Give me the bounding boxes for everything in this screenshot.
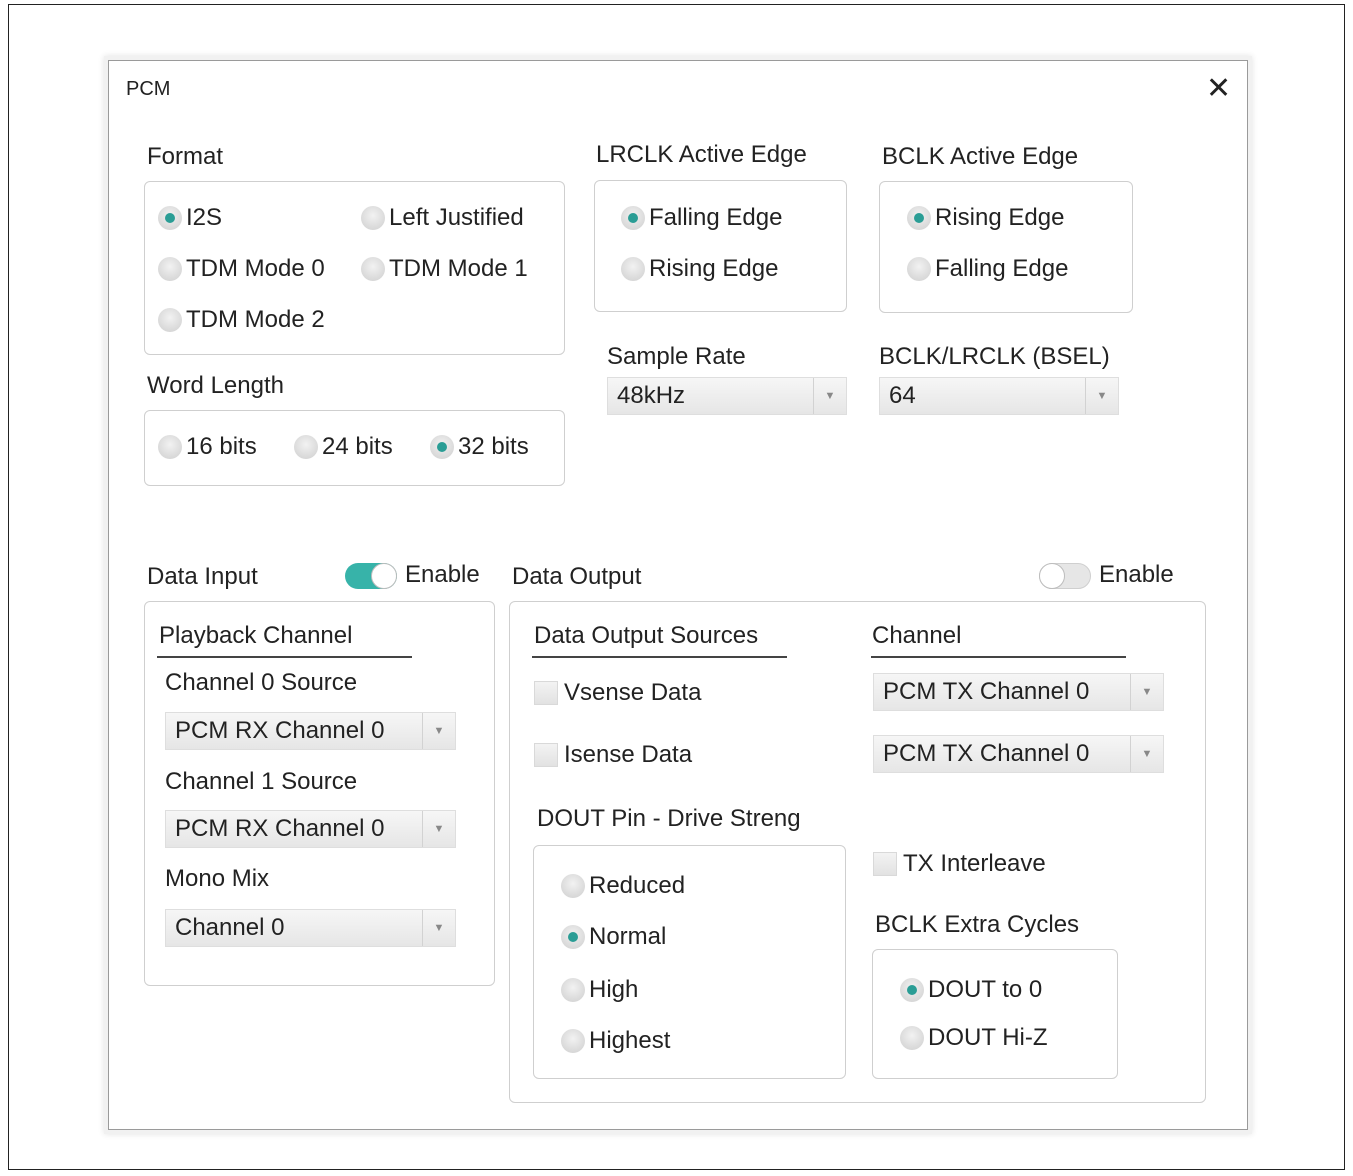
channel-0-source-select[interactable]: PCM RX Channel 0 ▼ <box>165 712 456 750</box>
word-length-option-16[interactable]: 16 bits <box>158 433 257 461</box>
toggle-knob <box>1039 563 1065 589</box>
radio-icon <box>907 257 931 281</box>
channel-1-source-label: Channel 1 Source <box>165 768 358 795</box>
drive-option-reduced[interactable]: Reduced <box>561 872 685 900</box>
data-output-enable-toggle[interactable] <box>1039 563 1091 589</box>
data-input-enable-toggle[interactable] <box>345 563 397 589</box>
radio-icon <box>621 206 645 230</box>
bclk-extra-cycles-group: DOUT to 0 DOUT Hi-Z <box>872 949 1118 1079</box>
checkbox-icon <box>534 743 558 767</box>
word-length-option-32[interactable]: 32 bits <box>430 433 529 461</box>
radio-icon <box>561 978 585 1002</box>
bclk-edge-label: BCLK Active Edge <box>882 143 1079 170</box>
toggle-knob <box>371 563 397 589</box>
bclk-option-falling-edge[interactable]: Falling Edge <box>907 255 1068 283</box>
radio-icon <box>361 257 385 281</box>
chevron-down-icon: ▼ <box>422 811 455 847</box>
lrclk-edge-label: LRCLK Active Edge <box>596 141 807 168</box>
data-output-label: Data Output <box>512 563 642 590</box>
close-icon[interactable]: ✕ <box>1206 74 1231 104</box>
format-option-left-justified[interactable]: Left Justified <box>361 204 524 232</box>
data-output-group: Data Output Sources Channel Vsense Data … <box>509 601 1206 1103</box>
chevron-down-icon: ▼ <box>1130 736 1163 772</box>
channel-header: Channel <box>872 622 962 649</box>
bclk-extra-option-dout-hi-z[interactable]: DOUT Hi-Z <box>900 1024 1048 1052</box>
channel-header-underline <box>871 656 1126 658</box>
radio-icon <box>561 1029 585 1053</box>
chevron-down-icon: ▼ <box>422 910 455 946</box>
mono-mix-select[interactable]: Channel 0 ▼ <box>165 909 456 947</box>
radio-icon <box>900 1026 924 1050</box>
mono-mix-label: Mono Mix <box>165 865 270 892</box>
word-length-label: Word Length <box>147 372 284 399</box>
format-option-i2s[interactable]: I2S <box>158 204 222 232</box>
bclk-option-rising-edge[interactable]: Rising Edge <box>907 204 1064 232</box>
format-option-tdm-mode-0[interactable]: TDM Mode 0 <box>158 255 325 283</box>
channel-1-source-select[interactable]: PCM RX Channel 0 ▼ <box>165 810 456 848</box>
radio-icon <box>900 978 924 1002</box>
bclk-extra-option-dout-to-0[interactable]: DOUT to 0 <box>900 976 1042 1004</box>
pcm-dialog: PCM ✕ Format I2S Left Justified TDM Mode… <box>108 60 1248 1130</box>
tx-interleave-checkbox[interactable]: TX Interleave <box>873 850 1046 878</box>
lrclk-option-rising-edge[interactable]: Rising Edge <box>621 255 778 283</box>
chevron-down-icon: ▼ <box>422 713 455 749</box>
dout-drive-strength-label: DOUT Pin - Drive Streng <box>537 805 801 832</box>
data-input-group: Playback Channel Channel 0 Source PCM RX… <box>144 601 495 986</box>
radio-icon <box>158 308 182 332</box>
checkbox-icon <box>534 681 558 705</box>
drive-option-high[interactable]: High <box>561 976 638 1004</box>
dout-drive-strength-group: Reduced Normal High Highest <box>533 845 846 1079</box>
playback-channel-header: Playback Channel <box>159 622 353 649</box>
format-group: I2S Left Justified TDM Mode 0 TDM Mode 1… <box>144 181 565 355</box>
drive-option-highest[interactable]: Highest <box>561 1027 670 1055</box>
radio-icon <box>430 435 454 459</box>
lrclk-edge-group: Falling Edge Rising Edge <box>594 180 847 312</box>
bclk-extra-cycles-label: BCLK Extra Cycles <box>875 911 1080 938</box>
lrclk-option-falling-edge[interactable]: Falling Edge <box>621 204 782 232</box>
chevron-down-icon: ▼ <box>1085 378 1118 414</box>
data-input-label: Data Input <box>147 563 258 590</box>
channel-0-source-label: Channel 0 Source <box>165 669 358 696</box>
format-label: Format <box>147 143 224 170</box>
radio-icon <box>158 435 182 459</box>
playback-header-underline <box>157 656 412 658</box>
radio-icon <box>621 257 645 281</box>
bclk-edge-group: Rising Edge Falling Edge <box>879 181 1133 313</box>
vsense-channel-select[interactable]: PCM TX Channel 0 ▼ <box>873 673 1164 711</box>
format-option-tdm-mode-2[interactable]: TDM Mode 2 <box>158 306 325 334</box>
vsense-data-checkbox[interactable]: Vsense Data <box>534 679 701 707</box>
sample-rate-label: Sample Rate <box>607 343 746 370</box>
bsel-label: BCLK/LRCLK (BSEL) <box>879 343 1110 370</box>
chevron-down-icon: ▼ <box>1130 674 1163 710</box>
data-output-sources-header: Data Output Sources <box>534 622 759 649</box>
isense-data-checkbox[interactable]: Isense Data <box>534 741 692 769</box>
format-option-tdm-mode-1[interactable]: TDM Mode 1 <box>361 255 528 283</box>
drive-option-normal[interactable]: Normal <box>561 923 666 951</box>
radio-icon <box>361 206 385 230</box>
isense-channel-select[interactable]: PCM TX Channel 0 ▼ <box>873 735 1164 773</box>
sample-rate-select[interactable]: 48kHz ▼ <box>607 377 847 415</box>
word-length-group: 16 bits 24 bits 32 bits <box>144 410 565 486</box>
dialog-title: PCM <box>126 78 171 100</box>
chevron-down-icon: ▼ <box>813 378 846 414</box>
bsel-select[interactable]: 64 ▼ <box>879 377 1119 415</box>
data-input-enable-label: Enable <box>405 561 480 588</box>
radio-icon <box>561 925 585 949</box>
data-output-enable-label: Enable <box>1099 561 1174 588</box>
radio-icon <box>158 257 182 281</box>
sources-header-underline <box>532 656 787 658</box>
checkbox-icon <box>873 852 897 876</box>
word-length-option-24[interactable]: 24 bits <box>294 433 393 461</box>
radio-icon <box>294 435 318 459</box>
radio-icon <box>907 206 931 230</box>
radio-icon <box>561 874 585 898</box>
radio-icon <box>158 206 182 230</box>
